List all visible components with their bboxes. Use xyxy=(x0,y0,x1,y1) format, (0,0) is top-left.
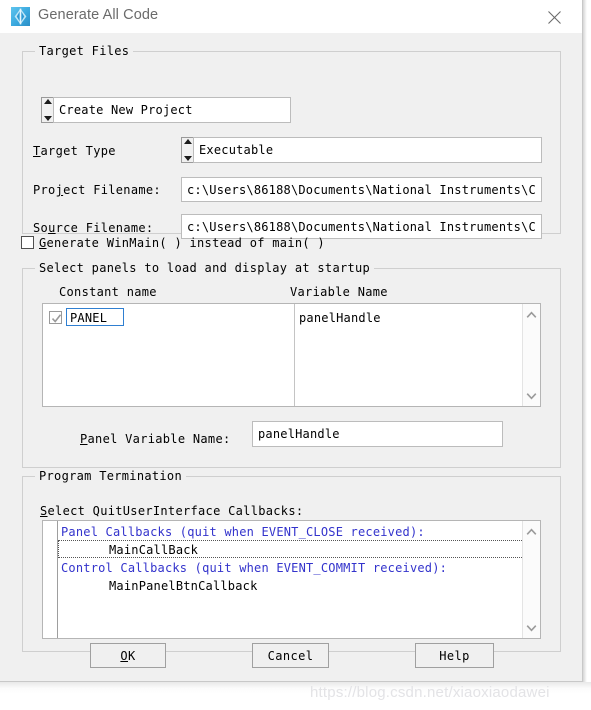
panel-variable-name-field[interactable]: panelHandle xyxy=(252,421,503,447)
project-filename-label: Project Filename: xyxy=(33,183,161,197)
dialog-body: Target Files Create New Project Target T… xyxy=(0,33,582,681)
column-header-constant-name: Constant name xyxy=(59,285,157,299)
panel-constant-name[interactable]: PANEL xyxy=(70,311,107,325)
spinner-up-arrow-icon[interactable] xyxy=(183,139,192,144)
target-type-label: Target Type xyxy=(33,144,116,158)
callback-group-panel[interactable]: Panel Callbacks (quit when EVENT_CLOSE r… xyxy=(61,525,425,539)
scroll-up-chevron-icon[interactable] xyxy=(523,306,540,323)
scroll-down-chevron-icon[interactable] xyxy=(523,387,540,404)
title-bar: Generate All Code xyxy=(0,0,582,34)
spinner-up-arrow-icon[interactable] xyxy=(43,99,52,104)
cancel-button[interactable]: Cancel xyxy=(252,643,329,668)
target-type-field[interactable]: Executable xyxy=(193,137,542,163)
quit-callbacks-scrollbar[interactable] xyxy=(522,521,540,638)
source-filename-label: Source Filename: xyxy=(33,221,154,235)
ok-button[interactable]: OK xyxy=(90,643,166,668)
generate-winmain-checkbox[interactable] xyxy=(21,236,34,249)
labwindows-cvi-diamond-icon xyxy=(11,7,30,26)
project-selector-field[interactable]: Create New Project xyxy=(53,97,291,123)
window-bottom-shadow xyxy=(0,682,591,710)
callback-item-main-panel-btn-callback[interactable]: MainPanelBtnCallback xyxy=(109,579,258,593)
group-target-files-title: Target Files xyxy=(35,44,134,58)
help-button[interactable]: Help xyxy=(415,643,494,668)
spinner-down-arrow-icon[interactable] xyxy=(43,116,52,121)
ok-button-label: OK xyxy=(120,648,136,663)
generate-winmain-label: Generate WinMain( ) instead of main( ) xyxy=(39,236,325,250)
callback-group-control[interactable]: Control Callbacks (quit when EVENT_COMMI… xyxy=(61,561,447,575)
select-callbacks-label: Select QuitUserInterface Callbacks: xyxy=(40,504,304,518)
group-program-termination-title: Program Termination xyxy=(35,469,186,483)
column-divider xyxy=(294,304,295,406)
panel-variable-name-cell[interactable]: panelHandle xyxy=(299,311,381,325)
close-icon[interactable] xyxy=(538,5,572,29)
panel-row-checkbox[interactable] xyxy=(49,311,62,324)
project-filename-field[interactable]: c:\Users\86188\Documents\National Instru… xyxy=(181,177,542,202)
group-startup-panels-title: Select panels to load and display at sta… xyxy=(35,261,375,275)
list-left-margin-rule xyxy=(57,521,58,638)
scroll-up-chevron-icon[interactable] xyxy=(523,523,540,540)
scroll-down-chevron-icon[interactable] xyxy=(523,619,540,636)
quit-callbacks-listbox[interactable]: Panel Callbacks (quit when EVENT_CLOSE r… xyxy=(42,520,541,639)
callback-item-main-callback[interactable]: MainCallBack xyxy=(109,543,198,557)
dialog-window: Generate All Code Target Files Create Ne… xyxy=(0,0,583,682)
window-title: Generate All Code xyxy=(38,7,159,23)
startup-panels-listbox[interactable]: PANEL panelHandle xyxy=(42,303,541,407)
panel-variable-name-label: Panel Variable Name: xyxy=(80,432,231,446)
startup-panels-scrollbar[interactable] xyxy=(522,304,540,406)
spinner-down-arrow-icon[interactable] xyxy=(183,156,192,161)
window-right-shadow xyxy=(583,0,591,710)
column-header-variable-name: Variable Name xyxy=(290,285,388,299)
